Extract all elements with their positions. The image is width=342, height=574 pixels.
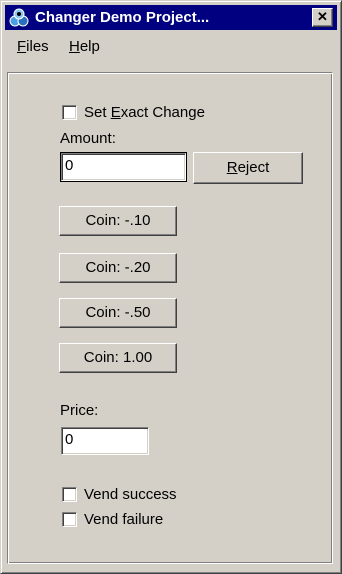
title-bar[interactable]: Changer Demo Project... ✕ [5,5,337,30]
menu-bar: Files Help [5,34,337,60]
menu-files-accel: F [17,38,27,55]
menu-help-rest: elp [79,38,100,55]
set-exact-change-label: Set Exact Change [84,104,205,122]
coin-20-button[interactable]: Coin: -.20 [59,253,177,283]
reject-button-accel: R [226,159,238,176]
menu-help[interactable]: Help [69,38,100,56]
price-input[interactable]: 0 [61,427,149,455]
reject-button-rest: eject [237,159,270,176]
vend-failure-checkbox[interactable] [62,512,77,527]
close-button[interactable]: ✕ [312,8,333,27]
menu-files[interactable]: Files [17,38,49,56]
vend-success-checkbox[interactable] [62,487,77,502]
vend-success-label: Vend success [84,486,177,503]
set-exact-change-label-pre: Set [84,104,111,121]
price-value: 0 [65,431,74,448]
close-icon: ✕ [317,9,328,24]
window-title: Changer Demo Project... [35,9,210,26]
coin-100-button[interactable]: Coin: 1.00 [59,343,177,373]
amount-label: Amount: [60,130,116,147]
coin-50-button[interactable]: Coin: -.50 [59,298,177,328]
vend-failure-label: Vend failure [84,511,164,528]
set-exact-change-checkbox[interactable] [62,105,77,120]
vend-failure-checkbox-row[interactable]: Vend failure [62,511,222,531]
amount-input[interactable]: 0 [60,152,187,182]
app-icon[interactable] [9,8,29,28]
price-label: Price: [60,402,99,419]
set-exact-change-checkbox-row[interactable]: Set Exact Change [62,104,242,124]
app-window: Changer Demo Project... ✕ Files Help Set… [0,0,342,574]
amount-value: 0 [65,157,74,174]
menu-files-rest: iles [26,38,49,55]
set-exact-change-label-accel: E [110,104,121,121]
menu-help-accel: H [69,38,80,55]
set-exact-change-label-post: xact Change [120,104,205,121]
vend-success-checkbox-row[interactable]: Vend success [62,486,222,506]
coin-10-button[interactable]: Coin: -.10 [59,206,177,236]
main-panel: Set Exact Change Amount: 0 Reject Coin: … [7,72,333,564]
reject-button[interactable]: Reject [193,152,303,184]
